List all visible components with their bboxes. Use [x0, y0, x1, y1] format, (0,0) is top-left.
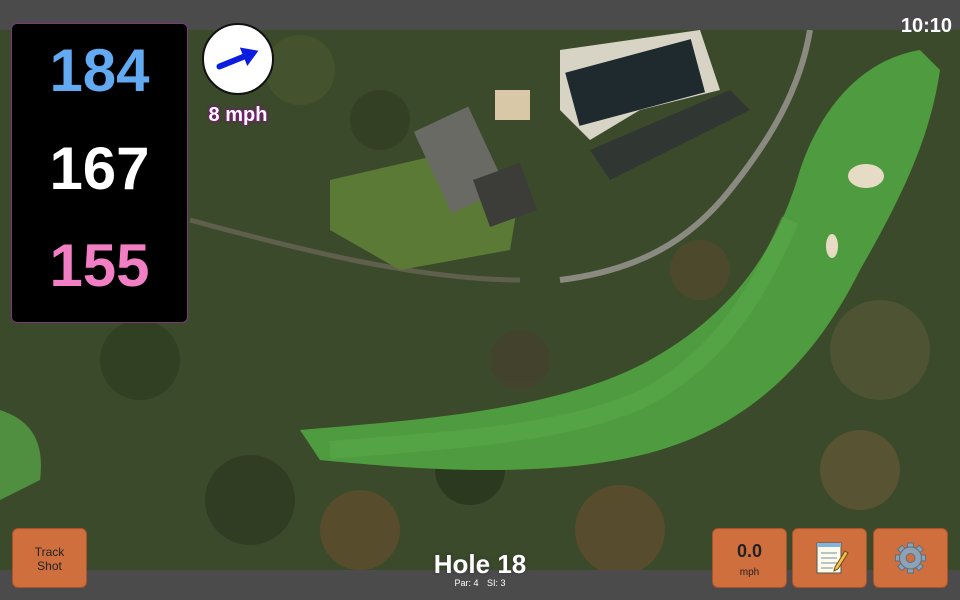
wind-speed: 8 mph: [208, 104, 268, 126]
hole-stroke-index: SI: 3: [487, 578, 506, 588]
distance-panel: 184 167 155: [11, 23, 188, 323]
hole-par: Par: 4: [454, 578, 479, 588]
speed-button[interactable]: 0.0 mph: [712, 528, 787, 588]
gear-icon: [895, 542, 926, 574]
wind-direction-dial: [202, 23, 274, 95]
hole-info: Par: 4 SI: 3: [380, 578, 580, 588]
settings-button[interactable]: [873, 528, 948, 588]
notepad-icon: [816, 542, 849, 574]
bunker: [826, 234, 838, 258]
wind-arrow-icon: [216, 47, 259, 70]
clock: 10:10: [900, 15, 952, 37]
hole-title: Hole 18: [433, 549, 527, 579]
middle-distance: 167: [49, 135, 150, 202]
speed-unit: mph: [739, 567, 760, 578]
speed-value: 0.0: [736, 541, 763, 561]
front-distance: 155: [49, 232, 150, 299]
back-distance: 184: [49, 37, 150, 104]
track-shot-label-line1: Track: [34, 545, 65, 559]
track-shot-label-line2: Shot: [37, 559, 62, 573]
notes-button[interactable]: [792, 528, 867, 588]
bunker: [848, 164, 884, 188]
track-shot-button[interactable]: Track Shot: [12, 528, 87, 588]
